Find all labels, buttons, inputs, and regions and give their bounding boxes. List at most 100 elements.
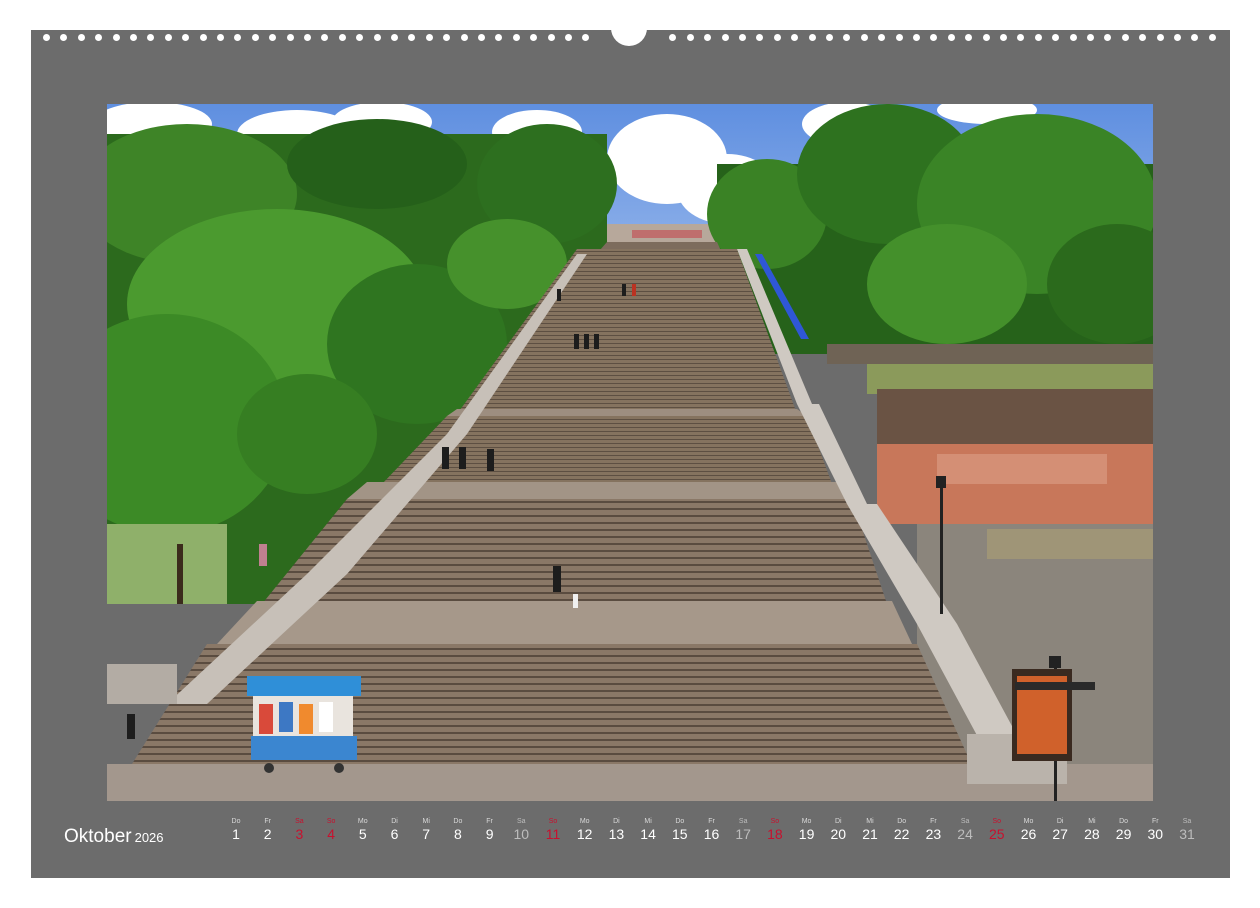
weekday-label: Mi (422, 818, 430, 825)
binding-hole (895, 34, 903, 41)
weekday-label: Sa (1182, 818, 1192, 825)
weekday-label: So (326, 818, 336, 825)
day-number: 15 (672, 826, 688, 842)
binding-hole (77, 34, 85, 41)
binding-hole (1156, 34, 1164, 41)
month-year: 2026 (134, 830, 164, 845)
day-cell: Do 1 (221, 817, 251, 842)
calendar-footer: Oktober 2026 Do 1 Fr 2 Sa 3 So 4 Mo 5 Di 6 Mi 7 Do 8 Fr 9 S… (31, 817, 1230, 857)
binding-hole (60, 34, 68, 41)
binding-hole (721, 34, 729, 41)
binding-hole (756, 34, 764, 41)
day-cell: Mo 12 (570, 817, 600, 842)
binding-hole (1104, 34, 1112, 41)
day-number: 20 (830, 826, 847, 842)
binding-hole (182, 34, 190, 41)
day-number: 25 (989, 826, 1005, 842)
day-cell: Mo 19 (792, 817, 822, 842)
day-cell: Sa 17 (728, 817, 758, 842)
day-cell: Sa 3 (284, 817, 314, 842)
day-number: 6 (390, 826, 399, 842)
day-cell: So 25 (982, 817, 1012, 842)
binding-hole (1208, 34, 1216, 41)
day-number: 27 (1052, 826, 1068, 842)
binding-hole (338, 34, 346, 41)
binding-hole (286, 34, 294, 41)
day-number: 21 (862, 826, 878, 842)
binding-hole (1191, 34, 1199, 41)
binding-hole (1069, 34, 1077, 41)
day-cell: Do 8 (443, 817, 473, 842)
weekday-label: Mo (357, 818, 368, 825)
day-cell: So 18 (760, 817, 790, 842)
weekday-label: Do (1119, 818, 1129, 825)
day-cell: So 4 (316, 817, 346, 842)
day-cell: Di 27 (1045, 817, 1075, 842)
day-cell: Do 29 (1109, 817, 1139, 842)
weekday-label: Mo (801, 818, 812, 825)
binding-hole (1034, 34, 1042, 41)
day-cell: Sa 31 (1172, 817, 1202, 842)
weekday-label: So (548, 818, 558, 825)
binding-hole (1087, 34, 1094, 41)
binding-hole (1052, 34, 1060, 41)
day-cell: Fr 9 (475, 817, 505, 842)
day-number: 5 (358, 826, 367, 842)
day-cell: Fr 23 (918, 817, 948, 842)
binding-hole (495, 34, 503, 41)
binding-hole (321, 34, 329, 41)
weekday-label: Fr (1151, 818, 1159, 825)
day-number: 28 (1084, 826, 1100, 842)
weekday-label: Di (834, 818, 842, 825)
day-cell: Mo 5 (348, 817, 378, 842)
day-cell: Di 13 (601, 817, 631, 842)
binding-hole (1000, 34, 1007, 41)
weekday-label: Di (613, 818, 620, 825)
day-number: 29 (1115, 826, 1132, 842)
weekday-label: Mi (1088, 818, 1096, 825)
binding-hole (826, 34, 833, 41)
day-cell: Sa 24 (950, 817, 980, 842)
day-number: 3 (295, 826, 304, 842)
day-cell: Di 6 (380, 817, 410, 842)
weekday-label: Do (897, 818, 907, 825)
weekday-label: Fr (708, 818, 715, 825)
weekday-label: Do (453, 818, 463, 825)
binding-hole (704, 34, 712, 41)
binding-hole (547, 34, 555, 41)
day-cell: Do 15 (665, 817, 695, 842)
day-number: 30 (1147, 826, 1164, 842)
binding-hole (460, 34, 468, 41)
binding-hole (269, 34, 277, 41)
binding-hole (1139, 34, 1147, 41)
day-cell: Mi 14 (633, 817, 663, 842)
weekday-label: Fr (486, 818, 493, 825)
month-name: Oktober (64, 826, 132, 847)
day-number: 22 (893, 826, 910, 842)
weekday-label: Fr (264, 818, 271, 825)
day-number: 8 (453, 826, 462, 842)
binding-hole (913, 34, 920, 41)
binding-hole (199, 34, 207, 41)
weekday-label: Sa (738, 818, 748, 825)
binding-hole (1174, 34, 1181, 41)
day-cell: Fr 16 (697, 817, 727, 842)
binding-hole (965, 34, 973, 41)
day-number: 9 (485, 826, 494, 842)
binding-hole (234, 34, 242, 41)
weekday-label: Mi (644, 818, 652, 825)
day-number: 7 (422, 826, 431, 842)
binding-hole (304, 34, 311, 41)
weekday-label: So (770, 818, 780, 825)
day-number: 24 (957, 826, 973, 842)
binding-hole (982, 34, 990, 41)
binding-hole (425, 34, 433, 41)
day-cell: Fr 30 (1140, 817, 1170, 842)
binding-hole (43, 34, 50, 41)
day-number: 14 (640, 826, 656, 842)
weekday-label: Di (391, 818, 398, 825)
day-number: 13 (608, 826, 625, 842)
day-cell: Mi 7 (411, 817, 441, 842)
binding-hole (686, 34, 694, 41)
day-cell: Do 22 (887, 817, 917, 842)
